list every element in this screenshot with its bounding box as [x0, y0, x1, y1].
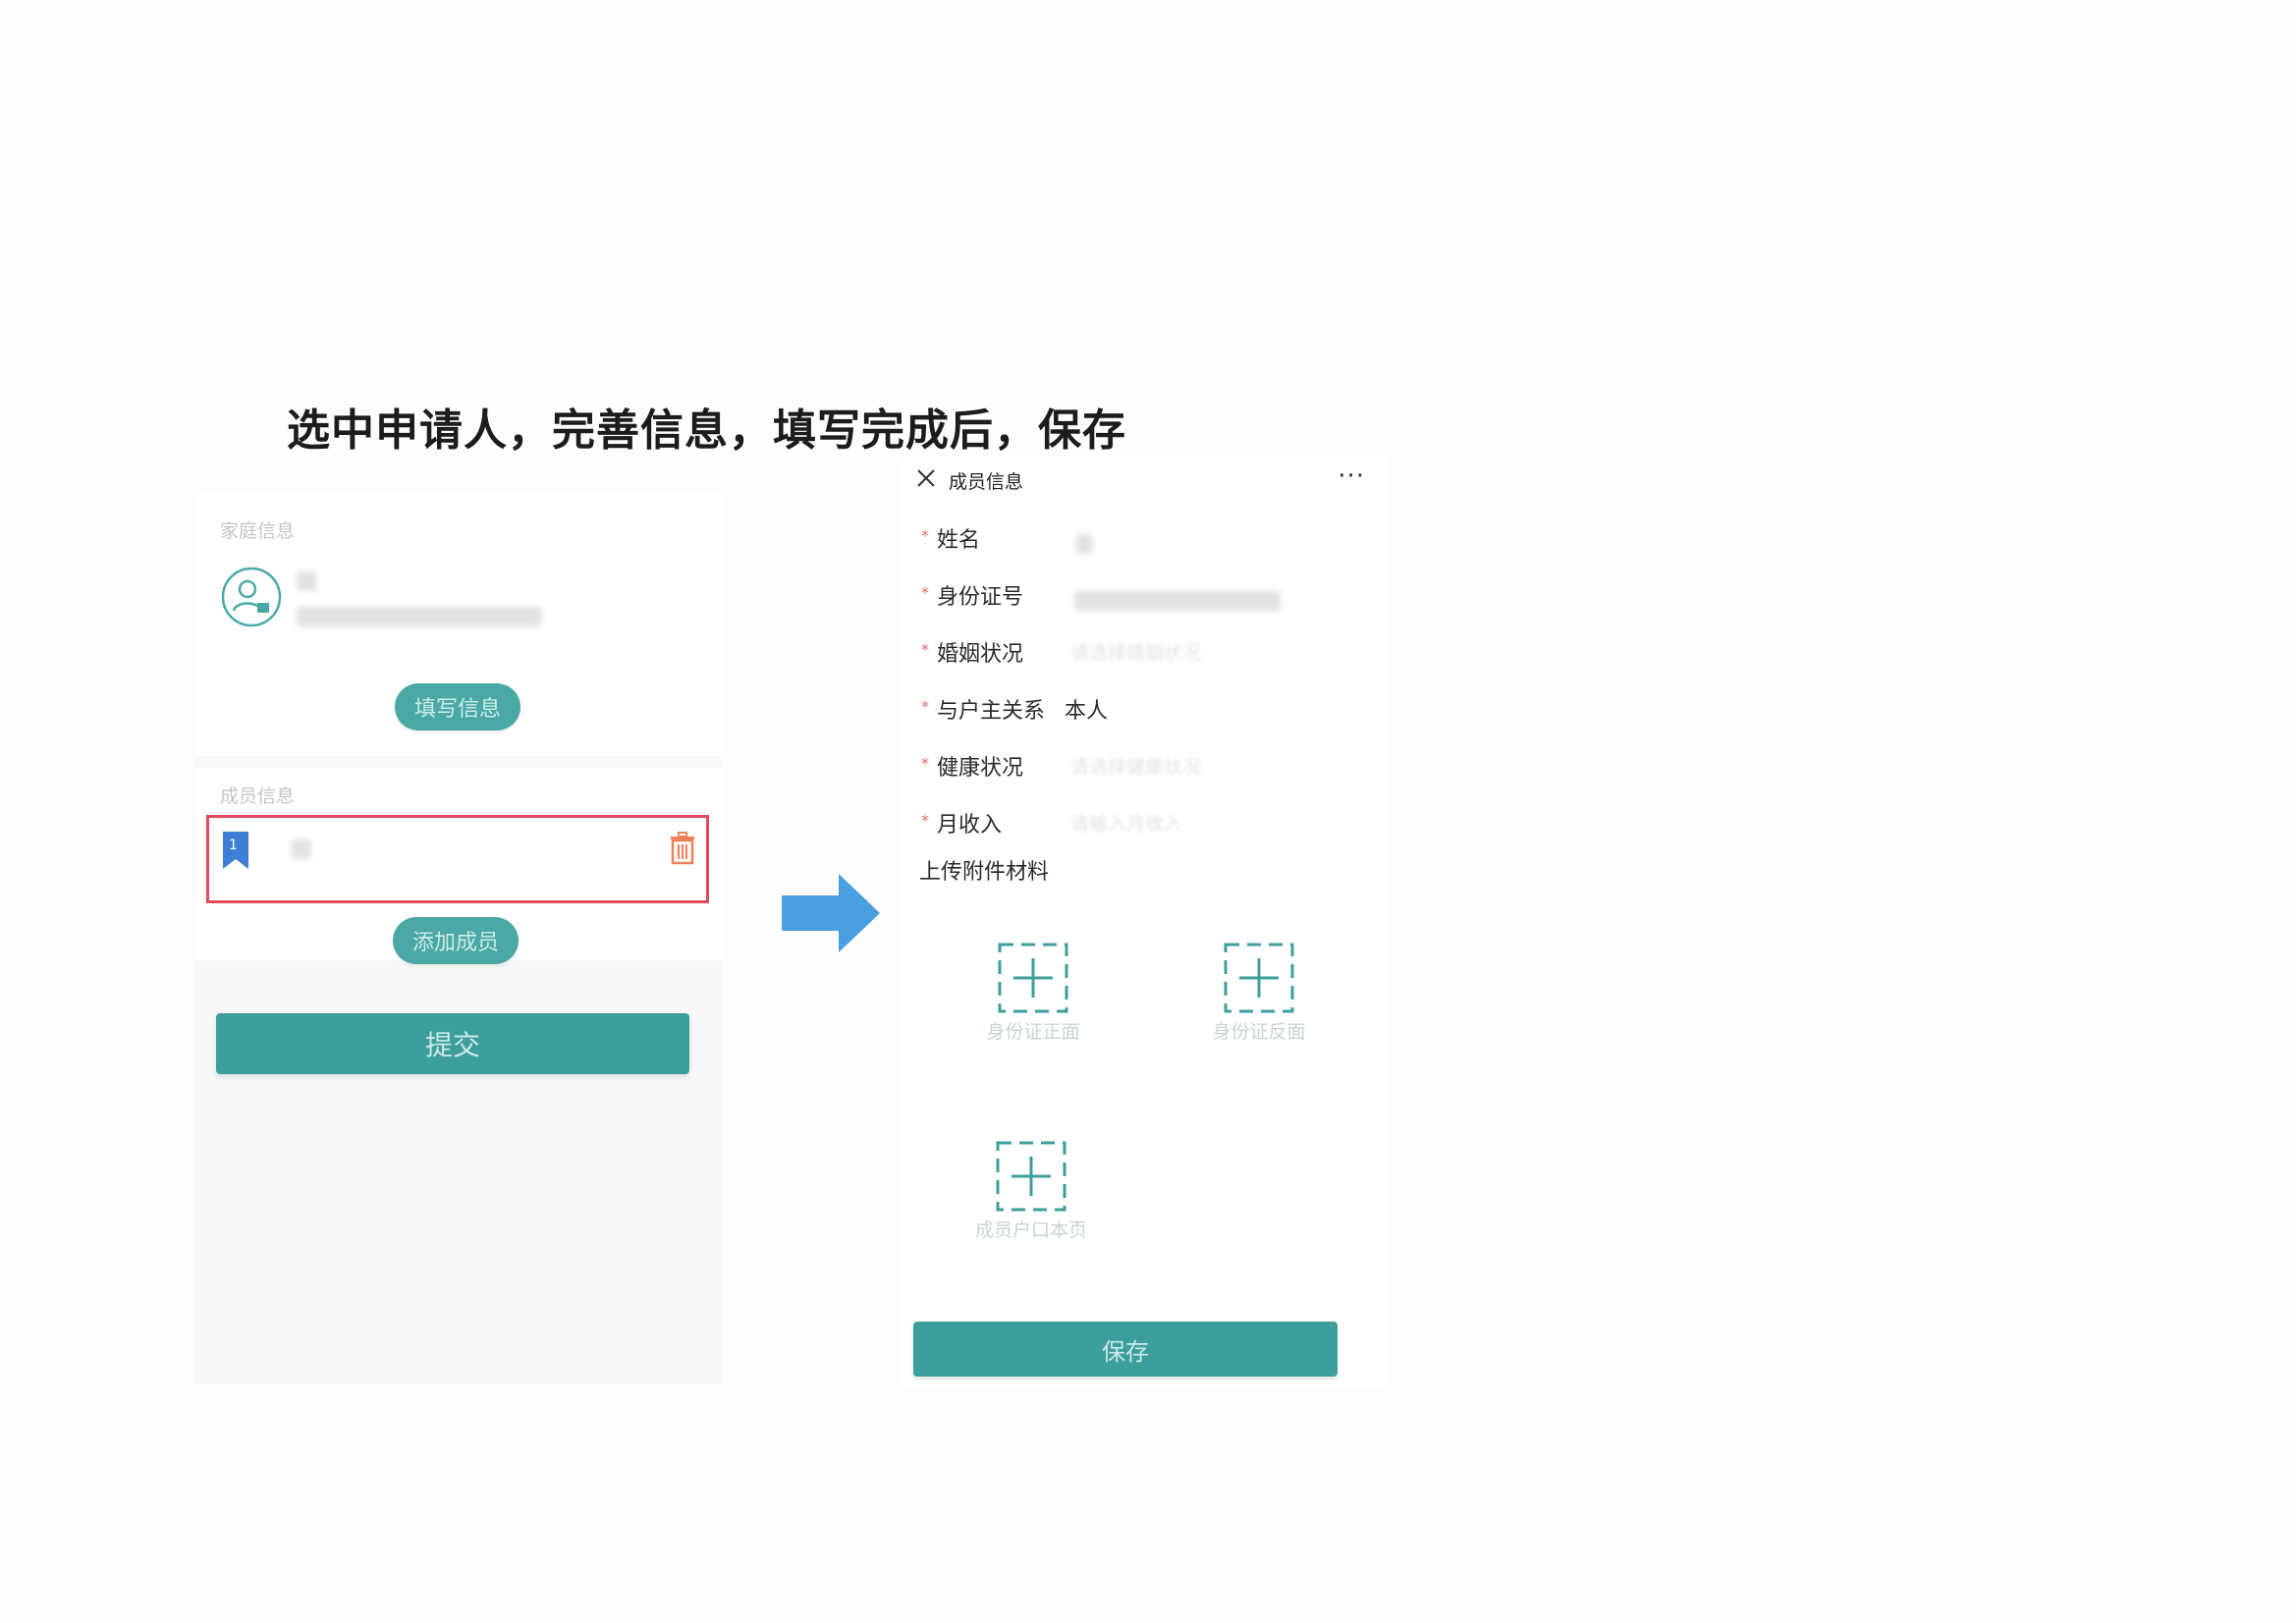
required-mark: *: [921, 697, 929, 716]
upload-label: 身份证正面: [986, 1021, 1080, 1043]
applicant-avatar-icon: [221, 567, 282, 627]
marital-status-placeholder: 请选择婚姻状况: [1070, 642, 1202, 664]
required-mark: *: [921, 640, 929, 659]
form-row-name[interactable]: * 姓名: [902, 513, 1389, 569]
member-section-title: 成员信息: [220, 785, 296, 807]
upload-id-front[interactable]: 身份证正面: [955, 939, 1112, 1066]
field-label: 月收入: [937, 813, 1003, 838]
upload-label: 身份证反面: [1212, 1021, 1306, 1043]
add-upload-icon: [998, 943, 1068, 1013]
member-info-header: 成员信息 ···: [902, 458, 1389, 501]
required-mark: *: [921, 811, 929, 830]
name-value-redacted: [1076, 534, 1092, 554]
health-status-placeholder: 请选择健康状况: [1070, 756, 1202, 778]
field-label: 姓名: [937, 528, 981, 553]
applicant-name-redacted: [297, 571, 316, 591]
close-icon[interactable]: [915, 467, 937, 489]
field-label: 身份证号: [937, 585, 1024, 610]
member-index: 1: [229, 838, 238, 853]
screenshot-page: 选中申请人，完善信息，填写完成后，保存 家庭信息 填写信息 成员信息 1 添加成…: [0, 0, 2296, 1623]
relationship-value: 本人: [1065, 699, 1109, 724]
form-row-monthly-income[interactable]: * 月收入 请输入月收入: [902, 797, 1389, 854]
monthly-income-placeholder: 请输入月收入: [1070, 813, 1183, 835]
arrow-right-icon: [782, 874, 880, 952]
field-label: 健康状况: [937, 756, 1024, 781]
required-mark: *: [921, 583, 929, 602]
page-title: 成员信息: [949, 471, 1024, 493]
field-label: 与户主关系: [937, 699, 1046, 724]
add-upload-icon: [1224, 943, 1294, 1013]
upload-section-title: 上传附件材料: [919, 860, 1050, 885]
upload-household-page[interactable]: 成员户口本页: [953, 1137, 1110, 1265]
add-member-button[interactable]: 添加成员: [393, 917, 519, 964]
member-row-selected[interactable]: 1: [206, 815, 709, 903]
upload-id-back[interactable]: 身份证反面: [1180, 939, 1338, 1066]
more-icon[interactable]: ···: [1338, 461, 1365, 491]
submit-button[interactable]: 提交: [216, 1013, 689, 1074]
instruction-heading: 选中申请人，完善信息，填写完成后，保存: [287, 406, 1126, 456]
save-button[interactable]: 保存: [913, 1322, 1338, 1377]
upload-label: 成员户口本页: [974, 1219, 1087, 1241]
family-info-card: 家庭信息 填写信息: [194, 491, 723, 756]
required-mark: *: [921, 526, 929, 545]
applicant-id-redacted: [297, 607, 542, 626]
form-row-health-status[interactable]: * 健康状况 请选择健康状况: [902, 740, 1389, 797]
form-row-relationship[interactable]: * 与户主关系 本人: [902, 683, 1389, 740]
member-name-redacted: [292, 839, 311, 859]
required-mark: *: [921, 754, 929, 773]
fill-info-button[interactable]: 填写信息: [395, 683, 520, 730]
add-upload-icon: [996, 1141, 1066, 1212]
field-label: 婚姻状况: [937, 642, 1024, 667]
trash-icon[interactable]: [669, 832, 696, 865]
family-section-title: 家庭信息: [220, 520, 296, 542]
family-application-screen: 家庭信息 填写信息 成员信息 1 添加成员 提交: [194, 491, 723, 1384]
form-row-id-number[interactable]: * 身份证号: [902, 569, 1389, 626]
id-value-redacted: [1074, 591, 1281, 611]
form-row-marital-status[interactable]: * 婚姻状况 请选择婚姻状况: [902, 626, 1389, 683]
member-info-screen: 成员信息 ··· * 姓名 * 身份证号 * 婚姻状况 请选择婚姻状况 * 与户…: [902, 458, 1389, 1388]
